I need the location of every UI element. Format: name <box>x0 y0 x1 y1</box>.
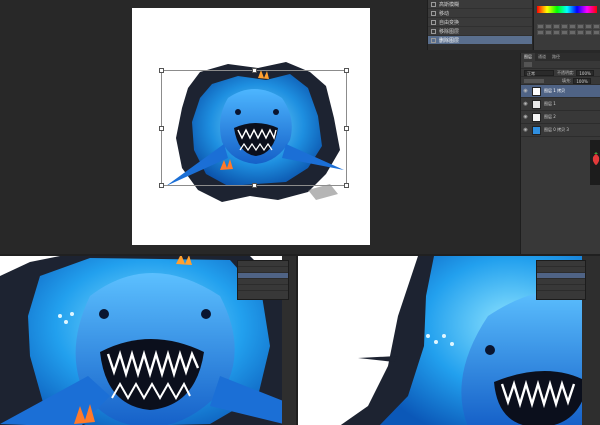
transform-handle-ml[interactable] <box>159 126 164 131</box>
history-step-icon <box>431 1 436 7</box>
transform-handle-bm[interactable] <box>252 183 257 188</box>
adjustment-icon[interactable] <box>577 24 584 29</box>
collapsed-panel-strip <box>590 140 600 185</box>
photoshop-workspace: 高斯模糊 移动 自由变换 移除图层 删除图层 图层 通道 路径 正常 不透明度:… <box>0 0 600 254</box>
tab-paths[interactable]: 路径 <box>549 53 563 61</box>
adjustment-icon[interactable] <box>593 24 600 29</box>
history-footer <box>428 44 532 50</box>
adjustment-icons-grid <box>537 24 600 35</box>
fill-field[interactable]: 100% <box>573 77 591 84</box>
zoom-view-left <box>0 254 296 425</box>
free-transform-box[interactable] <box>159 68 349 188</box>
fill-label: 填充: <box>562 77 572 83</box>
adjustment-icon[interactable] <box>585 24 592 29</box>
layers-mini-panel <box>237 260 289 300</box>
layer-row[interactable]: ◉ 图层 1 <box>521 98 600 111</box>
tab-channels[interactable]: 通道 <box>535 53 549 61</box>
layer-name: 图层 1 拷贝 <box>544 88 566 93</box>
eye-icon[interactable]: ◉ <box>521 114 530 120</box>
tab-layers[interactable]: 图层 <box>521 53 535 61</box>
history-step-icon <box>431 28 436 34</box>
transform-handle-tm[interactable] <box>252 68 257 73</box>
layers-tabs: 图层 通道 路径 <box>521 53 600 61</box>
layer-thumbnail <box>532 125 541 135</box>
opacity-field[interactable]: 100% <box>576 69 594 76</box>
history-item-label: 移除图层 <box>439 28 460 35</box>
transform-handle-tr[interactable] <box>344 68 349 73</box>
adjustment-icon[interactable] <box>593 30 600 35</box>
adjustment-icon[interactable] <box>561 24 568 29</box>
filter-icon[interactable] <box>524 62 532 67</box>
opacity-label: 不透明度: <box>557 69 575 75</box>
layers-panel: 图层 通道 路径 正常 不透明度: 100% 填充: 100% ◉ 图层 1 拷… <box>520 53 600 254</box>
mini-layer-row[interactable] <box>238 285 288 291</box>
adjustment-icon[interactable] <box>569 24 576 29</box>
adjustment-icon[interactable] <box>537 24 544 29</box>
strawberry-icon[interactable] <box>591 152 600 166</box>
layer-row[interactable]: ◉ 图层 1 拷贝 <box>521 85 600 98</box>
layer-name: 图层 2 <box>544 114 556 119</box>
history-item[interactable]: 移动 <box>428 9 532 18</box>
layers-mini-panel <box>536 260 586 300</box>
blend-mode-select[interactable]: 正常 <box>524 69 554 76</box>
adjustment-icon[interactable] <box>545 30 552 35</box>
layer-row[interactable]: ◉ 图层 0 拷贝 3 <box>521 124 600 137</box>
history-item-label: 自由变换 <box>439 19 460 26</box>
history-panel: 高斯模糊 移动 自由变换 移除图层 删除图层 <box>427 0 532 50</box>
transform-handle-mr[interactable] <box>344 126 349 131</box>
history-step-icon <box>431 37 436 43</box>
blend-opacity-row: 正常 不透明度: 100% <box>521 69 600 77</box>
adjustment-icon[interactable] <box>561 30 568 35</box>
history-item-label: 高斯模糊 <box>439 1 460 8</box>
history-item[interactable]: 高斯模糊 <box>428 0 532 9</box>
eye-icon[interactable]: ◉ <box>521 127 530 133</box>
layer-name: 图层 1 <box>544 101 556 106</box>
history-item[interactable]: 自由变换 <box>428 18 532 27</box>
adjustment-icon[interactable] <box>577 30 584 35</box>
layers-filter-row <box>521 61 600 69</box>
screenshot-root: 高斯模糊 移动 自由变换 移除图层 删除图层 图层 通道 路径 正常 不透明度:… <box>0 0 600 425</box>
eye-icon[interactable]: ◉ <box>521 101 530 107</box>
transform-handle-bl[interactable] <box>159 183 164 188</box>
adjustment-icon[interactable] <box>545 24 552 29</box>
lock-fill-row: 填充: 100% <box>521 77 600 85</box>
layer-thumbnail <box>532 99 541 109</box>
history-item[interactable]: 移除图层 <box>428 27 532 36</box>
zoom-view-right <box>298 254 600 425</box>
history-item-label: 移动 <box>439 10 450 17</box>
adjustment-icon[interactable] <box>585 30 592 35</box>
adjustment-icon[interactable] <box>553 24 560 29</box>
layer-name: 图层 0 拷贝 3 <box>544 127 569 132</box>
adjustment-icon[interactable] <box>553 30 560 35</box>
layer-thumbnail <box>532 86 541 96</box>
color-spectrum[interactable] <box>537 6 597 13</box>
transform-handle-br[interactable] <box>344 183 349 188</box>
adjustment-icon[interactable] <box>569 30 576 35</box>
eye-icon[interactable]: ◉ <box>521 88 530 94</box>
lock-icon[interactable] <box>524 78 544 83</box>
layer-thumbnail <box>532 112 541 122</box>
transform-handle-tl[interactable] <box>159 68 164 73</box>
history-item-label: 删除图层 <box>439 37 460 44</box>
color-panel <box>533 0 600 50</box>
history-step-icon <box>431 19 436 25</box>
adjustment-icon[interactable] <box>537 30 544 35</box>
mini-layer-row[interactable] <box>537 285 585 291</box>
history-step-icon <box>431 10 436 16</box>
layer-row[interactable]: ◉ 图层 2 <box>521 111 600 124</box>
